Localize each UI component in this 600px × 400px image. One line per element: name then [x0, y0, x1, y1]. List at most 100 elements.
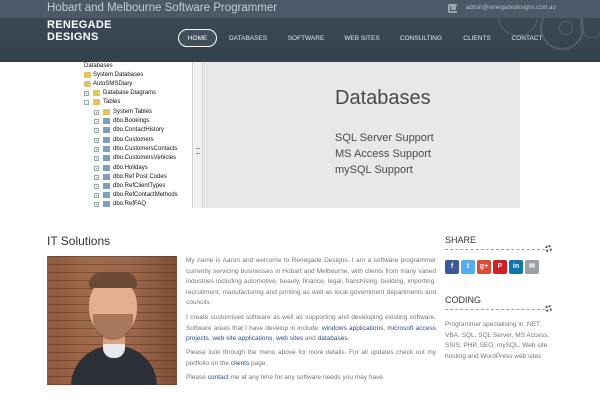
- table-icon: [103, 118, 110, 124]
- header-email-link[interactable]: admin@renegadedesigns.com.au: [466, 5, 556, 11]
- decorative-circle: [559, 21, 573, 35]
- photo-person-hair: [89, 272, 137, 288]
- expand-icon: +: [94, 156, 99, 161]
- tree-item-label: Tables: [103, 99, 121, 105]
- email-share-icon[interactable]: ✉: [525, 260, 539, 274]
- expand-icon: +: [94, 166, 99, 171]
- windows-applications-link[interactable]: windows applications: [322, 325, 383, 332]
- share-widget-title: SHARE: [445, 235, 477, 245]
- object-explorer-tree: Databases System Databases AutoSMSDiary …: [81, 62, 193, 208]
- banner-line: mySQL Support: [335, 164, 413, 176]
- nav-consulting[interactable]: CONSULTING: [398, 29, 444, 47]
- database-icon: [84, 81, 91, 87]
- gear-icon: [545, 245, 552, 252]
- nav-clients[interactable]: CLIENTS: [460, 29, 494, 47]
- gear-icon: [545, 305, 552, 312]
- coding-widget-text: Programmer specialising in .NET, VBA, SQ…: [445, 321, 550, 360]
- web-site-applications-link[interactable]: web site applications: [212, 335, 272, 342]
- table-icon: [103, 127, 110, 133]
- decorative-circle: [580, 18, 600, 38]
- expand-icon: +: [94, 128, 99, 133]
- tree-item-label: dbo.RefFAQ: [113, 201, 147, 207]
- table-icon: [103, 165, 110, 171]
- table-icon: [103, 201, 110, 207]
- software-paragraph: I create customised software as well as …: [186, 313, 436, 345]
- clients-link[interactable]: clients: [231, 360, 249, 367]
- paragraph-text: and: [303, 335, 318, 342]
- tree-splitter: [193, 62, 203, 208]
- google-plus-share-icon[interactable]: g+: [477, 260, 491, 274]
- facebook-share-icon[interactable]: f: [445, 260, 459, 274]
- intro-paragraph: My name is Aaron and welcome to Renegade…: [186, 257, 436, 306]
- top-bar: Hobart and Melbourne Software Programmer…: [0, 0, 600, 18]
- menu-paragraph: Please look through the menu above for m…: [186, 348, 436, 369]
- tree-item-label: dbo.ContactHistory: [113, 127, 165, 133]
- tree-item-label: dbo.Ref Post Codes: [113, 174, 167, 180]
- widget-divider: [445, 309, 545, 310]
- expand-icon: +: [94, 110, 99, 115]
- site-logo[interactable]: RENEGADE DESIGNS: [47, 19, 137, 43]
- expand-icon: +: [94, 147, 99, 152]
- table-icon: [103, 174, 110, 180]
- linkedin-share-icon[interactable]: in: [509, 260, 523, 274]
- expand-icon: +: [94, 193, 99, 198]
- tree-item-label: Database Diagrams: [103, 90, 157, 96]
- tree-item-label: dbo.RefContactMethods: [113, 192, 178, 198]
- tree-item-label: System Databases: [93, 72, 144, 78]
- contact-paragraph: Please contact me at any time for any so…: [186, 373, 436, 384]
- banner-line: MS Access Support: [335, 148, 431, 160]
- tree-item-label: System Tables: [113, 109, 152, 115]
- widget-divider: [445, 249, 545, 250]
- tree-item-label: dbo.CustomersVehicles: [113, 155, 177, 161]
- banner-line: SQL Server Support: [335, 132, 434, 144]
- table-icon: [103, 137, 110, 143]
- nav-contact[interactable]: CONTACT: [508, 29, 546, 47]
- expand-icon: +: [94, 138, 99, 143]
- expand-icon: +: [94, 202, 99, 207]
- mail-icon: [448, 4, 457, 13]
- tree-item-label: AutoSMSDiary: [93, 81, 133, 87]
- tree-item-label: dbo.Bookings: [113, 118, 150, 124]
- nav-home[interactable]: HOME: [178, 29, 217, 47]
- paragraph-text: Please: [186, 374, 208, 381]
- banner-title: Databases: [335, 87, 431, 109]
- contact-link[interactable]: contact: [208, 374, 229, 381]
- table-icon: [103, 155, 110, 161]
- folder-icon: [93, 90, 100, 96]
- table-icon: [103, 146, 110, 152]
- section-title: IT Solutions: [47, 234, 111, 248]
- expand-icon: +: [94, 175, 99, 180]
- folder-icon: [93, 99, 100, 105]
- tree-item-label: dbo.CustomersContacts: [113, 146, 178, 152]
- profile-photo: [47, 256, 177, 385]
- tree-item-label: Databases: [84, 63, 113, 69]
- databases-link[interactable]: databases: [318, 335, 348, 342]
- logo-line-2: DESIGNS: [47, 31, 99, 43]
- expand-icon: +: [94, 119, 99, 124]
- folder-icon: [103, 109, 110, 115]
- logo-line-1: RENEGADE: [47, 19, 112, 31]
- tree-item-label: dbo.Holidays: [113, 165, 148, 171]
- twitter-share-icon[interactable]: t: [461, 260, 475, 274]
- pinterest-share-icon[interactable]: P: [493, 260, 507, 274]
- hero-banner[interactable]: Databases System Databases AutoSMSDiary …: [81, 62, 520, 208]
- site-tagline: Hobart and Melbourne Software Programmer: [47, 2, 278, 14]
- paragraph-text: Please look through the menu above for m…: [186, 349, 436, 367]
- collapse-icon: -: [84, 100, 89, 105]
- tree-item-label: dbo.RefClientTypes: [113, 183, 166, 189]
- paragraph-text: .: [347, 335, 350, 342]
- splitter-grip-icon: [196, 148, 200, 154]
- nav-web-sites[interactable]: WEB SITES: [342, 29, 382, 47]
- coding-widget-title: CODING: [445, 295, 481, 305]
- tree-item-label: dbo.Customers: [113, 137, 154, 143]
- paragraph-text: me at any time for any software needs yo…: [228, 374, 385, 381]
- expand-icon: +: [94, 184, 99, 189]
- nav-software[interactable]: SOFTWARE: [285, 29, 327, 47]
- folder-icon: [84, 72, 91, 78]
- table-icon: [103, 183, 110, 189]
- expand-icon: +: [84, 91, 89, 96]
- web-sites-link[interactable]: web sites: [276, 335, 303, 342]
- paragraph-text: page.: [249, 359, 268, 367]
- table-icon: [103, 192, 110, 198]
- nav-databases[interactable]: DATABASES: [227, 29, 269, 47]
